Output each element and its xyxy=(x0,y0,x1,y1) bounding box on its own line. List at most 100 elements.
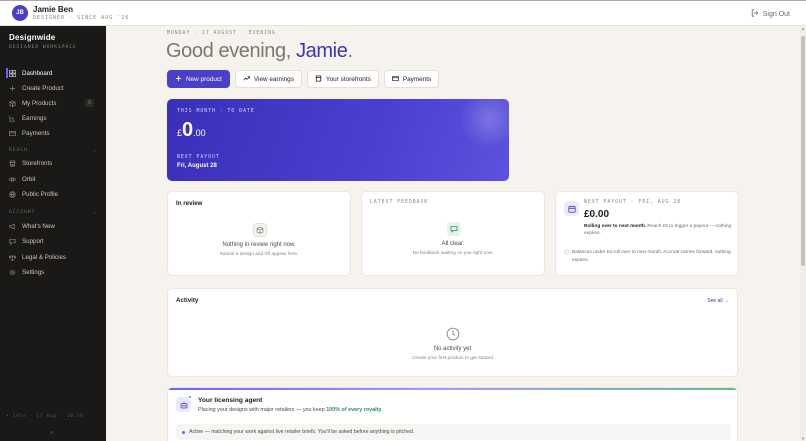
sidebar-item-dashboard[interactable]: Dashboard xyxy=(6,67,100,79)
sidebar-item-label: Payments xyxy=(22,129,50,137)
sidebar-item-settings[interactable]: Settings xyxy=(6,266,100,278)
amount-decimal: .00 xyxy=(193,128,206,138)
status-text: Active — matching your work against live… xyxy=(189,429,415,435)
avatar[interactable]: JB xyxy=(12,5,28,21)
view-earnings-button[interactable]: View earnings xyxy=(234,70,302,88)
sidebar-item-earnings[interactable]: Earnings xyxy=(6,112,100,124)
agent-status: Active — matching your work against live… xyxy=(176,424,731,440)
megaphone-icon xyxy=(9,222,16,230)
chevron-down-icon: ⌄ xyxy=(92,209,97,215)
sidebar-item-label: Create Product xyxy=(22,84,64,92)
sidebar-item-payments[interactable]: Payments xyxy=(6,127,100,139)
collapse-sidebar-button[interactable]: « xyxy=(50,430,53,436)
card-title: Activity xyxy=(176,297,199,304)
next-payout-label: NEXT PAYOUT xyxy=(177,155,220,160)
package-icon xyxy=(253,223,267,237)
main-content: MONDAY · 17 AUGUST · EVENING Good evenin… xyxy=(106,26,800,441)
sidebar-section-account[interactable]: ACCOUNT ⌄ xyxy=(9,209,97,215)
scrollbar-thumb[interactable] xyxy=(801,36,805,266)
next-payout-note: Rolling over to next month. Reach £5 to … xyxy=(584,223,734,237)
button-label: View earnings xyxy=(253,75,294,83)
sidebar-item-label: Support xyxy=(22,237,44,245)
payments-button[interactable]: Payments xyxy=(383,70,440,88)
sidebar-section-reach[interactable]: REACH ⌄ xyxy=(9,147,97,153)
agent-description: Placing your designs with major retailer… xyxy=(198,407,383,413)
agent-online-indicator xyxy=(188,395,192,399)
greeting-end: . xyxy=(347,40,353,62)
scroll-up-arrow[interactable]: ▲ xyxy=(800,26,806,31)
message-icon xyxy=(447,222,461,236)
amount-integer: 0 xyxy=(182,119,194,141)
earnings-hero-card[interactable]: THIS MONTH · TO DATE £ 0 .00 NEXT PAYOUT… xyxy=(167,99,509,181)
page-title: Good evening, Jamie. xyxy=(166,40,353,63)
desc-end: . xyxy=(381,407,383,413)
card-icon xyxy=(391,75,399,84)
sidebar-item-legal[interactable]: Legal & Policies xyxy=(6,251,100,263)
agent-title: Your licensing agent xyxy=(198,397,263,404)
chat-icon xyxy=(9,238,16,245)
section-label: ACCOUNT xyxy=(9,210,36,215)
your-storefronts-button[interactable]: Your storefronts xyxy=(306,70,379,88)
top-bar: JB Jamie Ben DESIGNER · SINCE AUG '26 Si… xyxy=(0,0,806,26)
store-icon xyxy=(9,160,16,167)
sidebar: Designwide DESIGNER WORKSPACE Dashboard … xyxy=(0,26,106,441)
user-name: Jamie Ben xyxy=(33,5,74,14)
button-label: Your storefronts xyxy=(325,75,371,83)
robot-icon xyxy=(176,397,191,412)
desc-text: Placing your designs with major retailer… xyxy=(198,407,327,413)
calendar-icon xyxy=(564,201,579,216)
plus-icon xyxy=(9,85,16,92)
card-title: LATEST FEEDBACK xyxy=(370,200,429,205)
sidebar-item-whats-new[interactable]: What's New xyxy=(6,220,100,232)
sidebar-item-orbit[interactable]: Orbit xyxy=(6,173,100,185)
empty-state-title: All clear. xyxy=(441,241,465,247)
user-role: DESIGNER · SINCE AUG '26 xyxy=(33,15,130,21)
brand-subtitle: DESIGNER WORKSPACE xyxy=(9,45,77,50)
dashboard-icon xyxy=(9,69,16,77)
sidebar-item-label: Dashboard xyxy=(22,69,53,77)
page-scrollbar[interactable]: ▲ ▼ xyxy=(800,26,806,441)
licensing-agent-card: Your licensing agent Placing your design… xyxy=(167,387,738,441)
clock-icon xyxy=(446,327,460,341)
empty-state-title: Nothing in review right now. xyxy=(222,242,296,248)
brand-logo[interactable]: Designwide xyxy=(9,33,55,42)
quick-actions: New product View earnings Your storefron… xyxy=(167,70,440,88)
sidebar-item-support[interactable]: Support xyxy=(6,235,100,247)
sidebar-item-label: Earnings xyxy=(22,114,47,122)
greeting-name: Jamie xyxy=(296,40,348,62)
hero-label: THIS MONTH · TO DATE xyxy=(177,109,255,114)
see-all-link[interactable]: See all → xyxy=(707,298,729,304)
button-label: Payments xyxy=(402,75,432,83)
scroll-down-arrow[interactable]: ▼ xyxy=(800,436,806,441)
trend-icon xyxy=(243,75,250,84)
orbit-icon xyxy=(9,176,16,183)
policy-text: Balances under £5 roll over to next mont… xyxy=(572,250,731,263)
product-count-badge: 0 xyxy=(85,99,94,107)
next-payout-label: NEXT PAYOUT · FRI, AUG 28 xyxy=(584,200,682,205)
sidebar-item-storefronts[interactable]: Storefronts xyxy=(6,157,100,169)
sign-out-icon xyxy=(751,9,759,19)
card-title: In review xyxy=(176,200,203,207)
scale-icon xyxy=(8,254,17,261)
sidebar-item-create-product[interactable]: Create Product xyxy=(6,82,100,94)
date-line: MONDAY · 17 AUGUST · EVENING xyxy=(167,31,276,36)
new-product-button[interactable]: New product xyxy=(167,70,230,88)
latest-feedback-card: LATEST FEEDBACK All clear. No feedback w… xyxy=(361,191,545,276)
sidebar-item-public-profile[interactable]: Public Profile xyxy=(6,188,100,200)
sidebar-item-label: Public Profile xyxy=(22,190,59,198)
chevron-down-icon: ⌄ xyxy=(92,147,97,153)
info-icon: ⓘ xyxy=(564,250,570,256)
sidebar-item-label: Orbit xyxy=(22,175,36,183)
next-payout-amount: £0.00 xyxy=(584,209,610,220)
hero-glow xyxy=(459,99,509,149)
empty-state-subtitle: Create your first product to get started xyxy=(412,356,493,361)
sidebar-item-label: What's New xyxy=(22,222,55,230)
sidebar-item-label: Legal & Policies xyxy=(22,253,67,261)
sidebar-item-label: My Products xyxy=(22,99,57,107)
greeting-text: Good evening, xyxy=(166,40,291,62)
globe-icon xyxy=(9,190,16,198)
sign-out-button[interactable]: Sign Out xyxy=(751,9,790,19)
sidebar-item-my-products[interactable]: My Products 0 xyxy=(6,97,100,109)
empty-state-subtitle: Submit a design and it'll appear here. xyxy=(219,252,299,257)
plus-icon xyxy=(175,75,182,84)
